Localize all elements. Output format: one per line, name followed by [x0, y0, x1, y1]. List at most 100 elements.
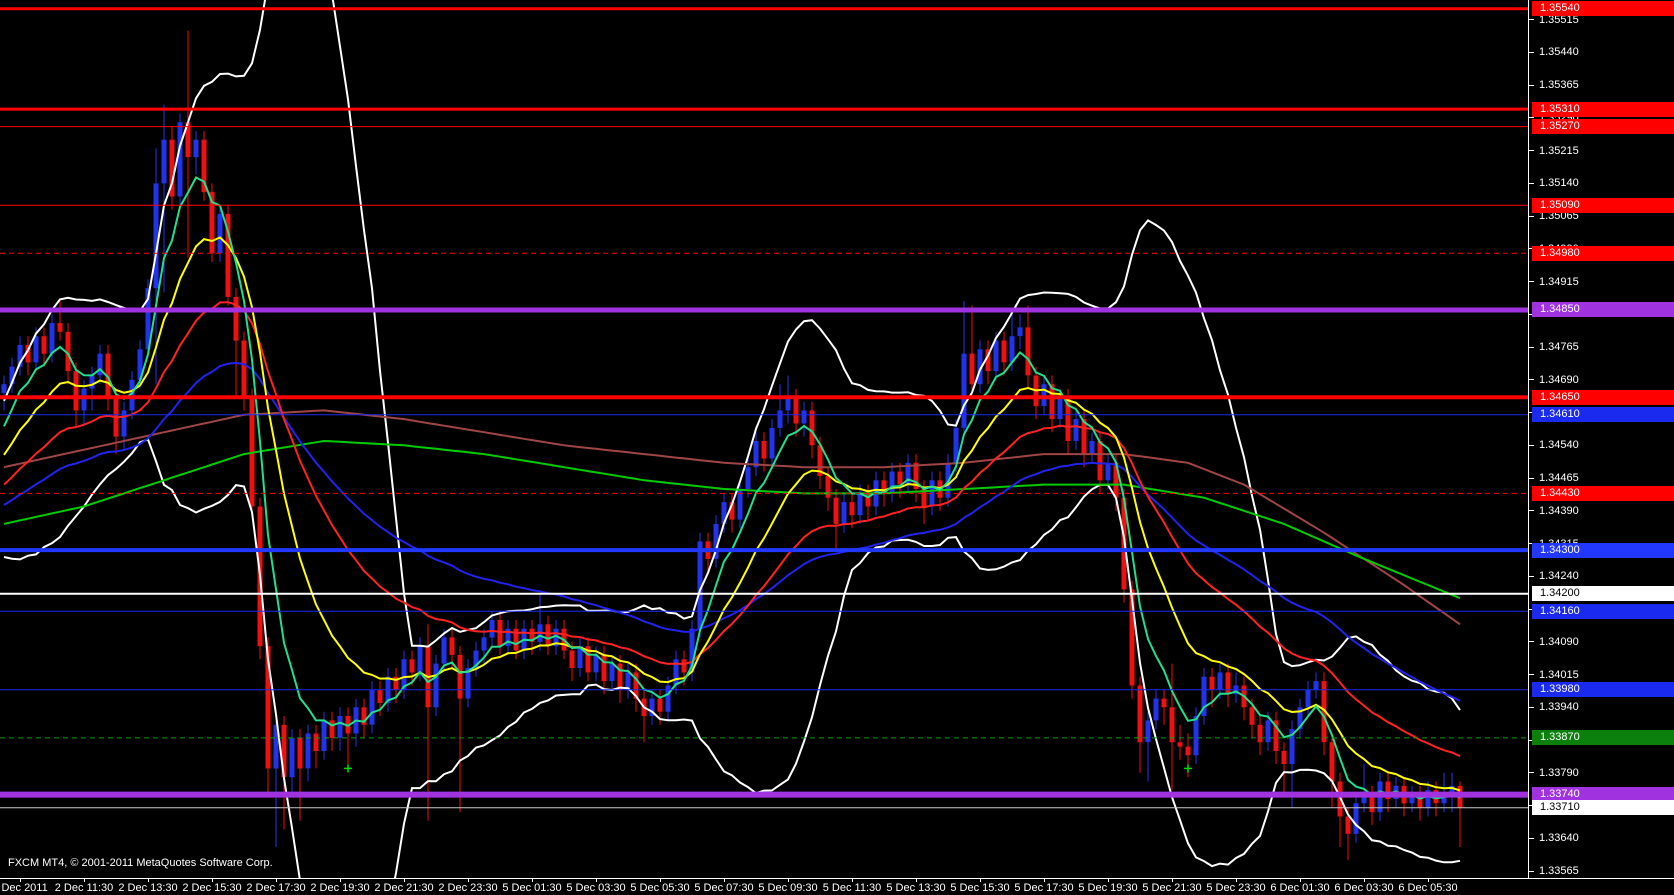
candle-body: [57, 323, 63, 332]
level-price-box[interactable]: 1.34610: [1532, 407, 1674, 423]
candle-body: [481, 637, 487, 651]
price-tick-label: 1.35440: [1539, 46, 1579, 59]
candle-body: [1193, 716, 1199, 756]
candle-body: [1225, 672, 1231, 695]
candle-body: [1025, 327, 1031, 376]
level-price-box[interactable]: 1.34430: [1532, 485, 1674, 501]
candle-body: [569, 650, 575, 668]
candle-body: [457, 654, 463, 699]
price-tick-mark: [1529, 772, 1534, 774]
candle-body: [1217, 672, 1223, 690]
candle-body: [993, 340, 999, 372]
candle-body: [313, 733, 319, 751]
candle-body: [1257, 724, 1263, 743]
chart-plot-area[interactable]: FXCM MT4, © 2001-2011 MetaQuotes Softwar…: [0, 0, 1528, 878]
candles-layer: [1, 30, 1463, 861]
candle-body: [1313, 681, 1319, 690]
level-price-box[interactable]: 1.34980: [1532, 245, 1674, 261]
time-tick-label: 5 Dec 23:30: [1206, 882, 1266, 894]
candle-body: [409, 659, 415, 673]
level-price-box[interactable]: 1.33980: [1532, 682, 1674, 698]
candle-body: [1, 384, 7, 393]
time-tick-label: 5 Dec 19:30: [1078, 882, 1138, 894]
price-axis[interactable]: 1.35515 1.35440 1.35365 1.35290 1.35215 1.351…: [1528, 0, 1674, 878]
candle-body: [1185, 746, 1191, 756]
copyright-text: FXCM MT4, © 2001-2011 MetaQuotes Softwar…: [8, 857, 273, 869]
level-price-box[interactable]: 1.33870: [1532, 730, 1674, 746]
price-tick-label: 1.34240: [1539, 570, 1579, 583]
level-price-box[interactable]: 1.35090: [1532, 197, 1674, 213]
candle-body: [1057, 397, 1063, 420]
candle-body: [417, 646, 423, 673]
price-tick-mark: [1529, 444, 1534, 446]
candle-body: [1177, 742, 1183, 747]
candle-body: [89, 375, 95, 389]
level-price-box[interactable]: 1.34300: [1532, 542, 1674, 558]
candle-body: [49, 323, 55, 354]
candle-body: [1009, 336, 1015, 363]
price-tick-label: 1.34915: [1539, 275, 1579, 288]
price-tick-label: 1.33565: [1539, 865, 1579, 877]
candle-body: [1089, 441, 1095, 455]
mt4-chart-window: FXCM MT4, © 2001-2011 MetaQuotes Softwar…: [0, 0, 1674, 895]
price-tick-mark: [1529, 870, 1534, 872]
time-tick-label: 6 Dec 03:30: [1334, 882, 1394, 894]
price-tick-mark: [1529, 510, 1534, 512]
price-tick-label: 1.34390: [1539, 504, 1579, 517]
price-tick-mark: [1529, 379, 1534, 381]
price-tick-mark: [1529, 281, 1534, 283]
candle-body: [297, 737, 303, 769]
level-price-box[interactable]: 1.34850: [1532, 302, 1674, 318]
level-price-box[interactable]: 1.34200: [1532, 586, 1674, 602]
time-tick-label: 6 Dec 01:30: [1270, 882, 1330, 894]
time-tick-label: 2 Dec 19:30: [310, 882, 370, 894]
time-tick-label: 2 Dec 17:30: [246, 882, 306, 894]
candle-body: [1137, 685, 1143, 743]
time-tick-label: 2 Dec 11:30: [54, 882, 114, 894]
candle-body: [1281, 750, 1287, 764]
level-price-box[interactable]: 1.34160: [1532, 603, 1674, 619]
current-price-box[interactable]: 1.33710: [1532, 800, 1674, 816]
candle-body: [305, 733, 311, 769]
candle-body: [497, 620, 503, 647]
candle-body: [441, 637, 447, 664]
price-tick-mark: [1529, 837, 1534, 839]
candle-body: [833, 497, 839, 524]
price-tick-label: 1.35215: [1539, 144, 1579, 157]
level-price-box[interactable]: 1.35310: [1532, 101, 1674, 117]
candle-body: [1145, 720, 1151, 743]
price-tick-mark: [1529, 84, 1534, 86]
candle-body: [961, 353, 967, 428]
candle-body: [1153, 698, 1159, 721]
candle-body: [73, 371, 79, 411]
level-price-box[interactable]: 1.35270: [1532, 119, 1674, 135]
time-tick-label: 2 Dec 23:30: [438, 882, 498, 894]
candle-body: [1249, 707, 1255, 725]
time-tick-label: 5 Dec 05:30: [630, 882, 690, 894]
candle-body: [377, 689, 383, 703]
time-axis[interactable]: 2 Dec 2011 2 Dec 11:30 2 Dec 13:30 2 Dec 15…: [0, 878, 1674, 895]
candle-body: [321, 720, 327, 751]
candle-body: [449, 637, 455, 655]
candle-body: [1041, 384, 1047, 406]
price-tick-mark: [1529, 674, 1534, 676]
candle-body: [433, 663, 439, 708]
price-tick-mark: [1529, 575, 1534, 577]
price-tick-label: 1.34090: [1539, 635, 1579, 648]
price-tick-mark: [1529, 641, 1534, 643]
candle-body: [681, 659, 687, 673]
level-price-box[interactable]: 1.34650: [1532, 389, 1674, 405]
candle-body: [217, 213, 223, 254]
price-tick-label: 1.33790: [1539, 766, 1579, 779]
level-price-box[interactable]: 1.35540: [1532, 1, 1674, 17]
candle-body: [841, 502, 847, 524]
time-tick-label: 5 Dec 09:30: [758, 882, 818, 894]
candle-body: [1305, 689, 1311, 708]
candle-body: [1209, 676, 1215, 690]
time-tick-label: 5 Dec 21:30: [1142, 882, 1202, 894]
price-chart-canvas[interactable]: [0, 0, 1528, 878]
candle-body: [161, 139, 167, 184]
price-tick-mark: [1529, 706, 1534, 708]
candle-body: [1265, 720, 1271, 743]
bollinger-upper-band-line: [3, 0, 1461, 711]
